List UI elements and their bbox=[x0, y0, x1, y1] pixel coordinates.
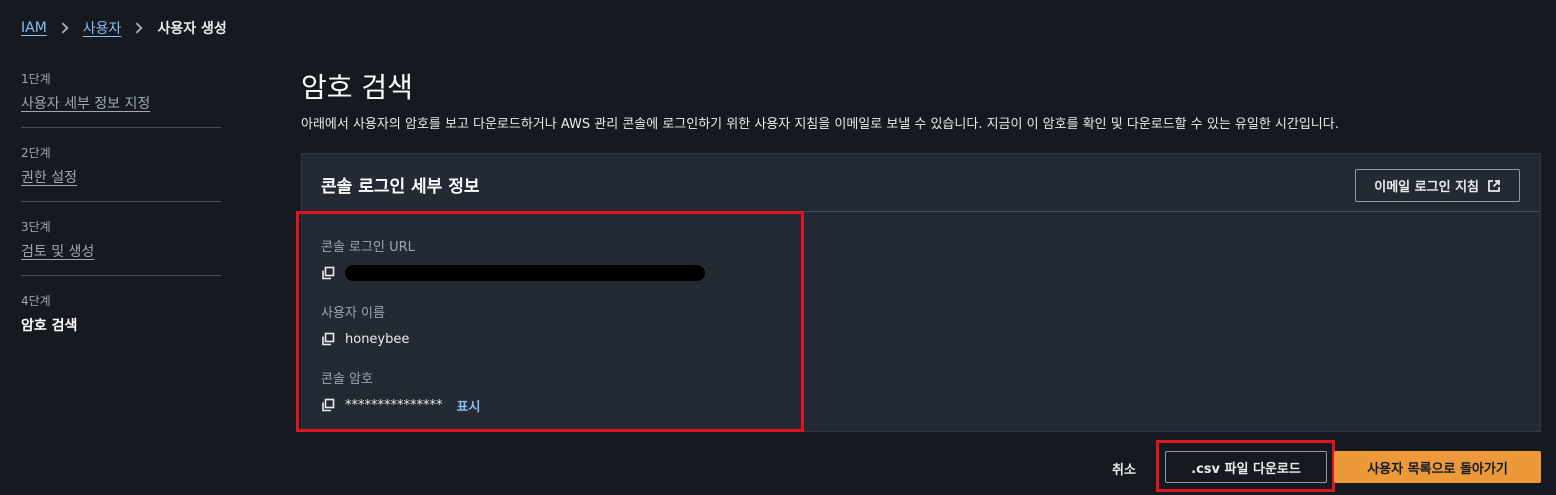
show-password-link[interactable]: 표시 bbox=[457, 396, 481, 415]
console-url-field: 콘솔 로그인 URL bbox=[321, 236, 705, 283]
wizard-step-2: 2단계 권한 설정 bbox=[21, 144, 221, 202]
step-link-user-details[interactable]: 사용자 세부 정보 지정 bbox=[21, 93, 221, 113]
field-value bbox=[321, 263, 705, 283]
username-value: honeybee bbox=[345, 331, 410, 347]
panel-header: 콘솔 로그인 세부 정보 이메일 로그인 지침 bbox=[302, 154, 1540, 212]
step-link-review[interactable]: 검토 및 생성 bbox=[21, 241, 221, 261]
step-current-retrieve-password: 암호 검색 bbox=[21, 318, 78, 334]
breadcrumb-users-link[interactable]: 사용자 bbox=[83, 18, 122, 38]
cancel-button[interactable]: 취소 bbox=[1106, 458, 1142, 479]
email-button-label: 이메일 로그인 지침 bbox=[1374, 180, 1479, 195]
page-title: 암호 검색 bbox=[301, 71, 413, 104]
wizard-step-4: 4단계 암호 검색 bbox=[21, 292, 221, 349]
console-password-field: 콘솔 암호 *************** 표시 bbox=[321, 368, 480, 415]
step-link-permissions[interactable]: 권한 설정 bbox=[21, 167, 221, 187]
copy-icon[interactable] bbox=[321, 266, 335, 280]
step-number: 2단계 bbox=[21, 146, 51, 160]
return-to-users-list-button[interactable]: 사용자 목록으로 돌아가기 bbox=[1334, 451, 1541, 483]
external-link-icon bbox=[1487, 179, 1501, 193]
chevron-right-icon bbox=[131, 22, 144, 34]
page-description: 아래에서 사용자의 암호를 보고 다운로드하거나 AWS 관리 콘솔에 로그인하… bbox=[301, 117, 1339, 132]
copy-icon[interactable] bbox=[321, 332, 335, 346]
field-value: honeybee bbox=[321, 329, 409, 349]
username-field: 사용자 이름 honeybee bbox=[321, 302, 409, 349]
wizard-steps: 1단계 사용자 세부 정보 지정 2단계 권한 설정 3단계 검토 및 생성 4… bbox=[21, 70, 221, 365]
breadcrumb-current: 사용자 생성 bbox=[157, 21, 227, 37]
step-number: 4단계 bbox=[21, 294, 51, 308]
wizard-step-3: 3단계 검토 및 생성 bbox=[21, 218, 221, 276]
field-label: 콘솔 로그인 URL bbox=[321, 240, 415, 255]
chevron-right-icon bbox=[57, 22, 69, 34]
step-number: 3단계 bbox=[21, 220, 51, 234]
step-number: 1단계 bbox=[21, 72, 51, 86]
download-csv-button[interactable]: .csv 파일 다운로드 bbox=[1165, 451, 1327, 483]
password-masked-value: *************** bbox=[345, 397, 443, 413]
panel-title: 콘솔 로그인 세부 정보 bbox=[321, 177, 480, 197]
field-value: *************** 표시 bbox=[321, 395, 480, 415]
field-label: 콘솔 암호 bbox=[321, 372, 373, 387]
breadcrumb: IAM 사용자 사용자 생성 bbox=[21, 18, 227, 38]
console-login-details-panel: 콘솔 로그인 세부 정보 이메일 로그인 지침 콘솔 로그인 URL 사용자 이… bbox=[301, 153, 1541, 432]
email-sign-in-instructions-button[interactable]: 이메일 로그인 지침 bbox=[1355, 169, 1520, 202]
field-label: 사용자 이름 bbox=[321, 306, 385, 321]
breadcrumb-iam-link[interactable]: IAM bbox=[21, 20, 47, 36]
copy-icon[interactable] bbox=[321, 398, 335, 412]
redacted-url bbox=[345, 265, 705, 281]
wizard-step-1: 1단계 사용자 세부 정보 지정 bbox=[21, 70, 221, 128]
